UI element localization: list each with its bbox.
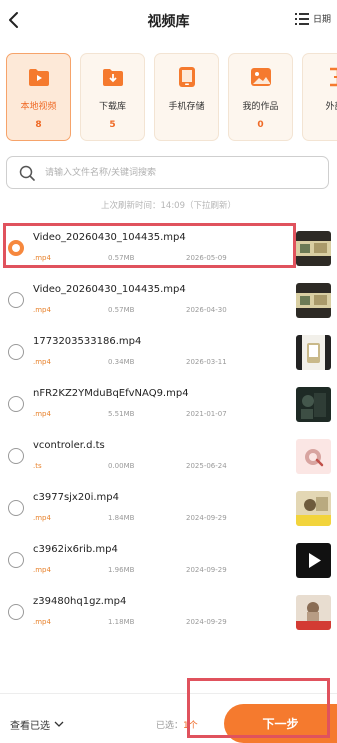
- image-gallery-icon: [250, 68, 271, 86]
- file-row[interactable]: Video_20260430_104435.mp4 .mp4 0.57MB 20…: [0, 274, 337, 326]
- next-step-button[interactable]: 下一步: [224, 704, 337, 743]
- category-count: 5: [109, 120, 116, 130]
- category-label: 本地视频: [20, 102, 57, 112]
- file-name: 1773203533186.mp4: [33, 336, 142, 347]
- page-title: 视频库: [147, 14, 190, 30]
- radio-checked[interactable]: [8, 240, 24, 256]
- video-thumbnail: [296, 283, 331, 318]
- file-size: 5.51MB: [108, 410, 135, 418]
- search-input[interactable]: [45, 163, 315, 183]
- file-type-icon: [296, 439, 331, 474]
- search-icon: [19, 165, 35, 181]
- radio-unchecked[interactable]: [8, 344, 24, 360]
- category-label: 我的作品: [242, 102, 279, 112]
- file-date: 2026-03-11: [186, 358, 227, 366]
- file-date: 2024-09-29: [186, 618, 227, 626]
- category-label: 手机存储: [168, 102, 205, 112]
- file-size: 1.18MB: [108, 618, 135, 626]
- radio-unchecked[interactable]: [8, 448, 24, 464]
- selected-count: 已选：1个: [156, 718, 198, 731]
- radio-unchecked[interactable]: [8, 500, 24, 516]
- file-extension: .mp4: [33, 566, 51, 574]
- file-row[interactable]: c3977sjx20i.mp4 .mp4 1.84MB 2024-09-29: [0, 482, 337, 534]
- refresh-hint: 上次刷新时间：14:09（下拉刷新）: [101, 201, 236, 211]
- category-local-videos[interactable]: 本地视频 8: [6, 53, 71, 141]
- file-date: 2024-09-29: [186, 566, 227, 574]
- file-size: 0.34MB: [108, 358, 135, 366]
- video-thumbnail: [296, 543, 331, 578]
- view-selected-label: 查看已选: [10, 721, 50, 732]
- header-bar: 视频库 日期: [0, 0, 337, 42]
- file-name: Video_20260430_104435.mp4: [33, 232, 186, 243]
- category-phone-storage[interactable]: 手机存储: [154, 53, 219, 141]
- view-selected-button[interactable]: 查看已选: [10, 717, 64, 732]
- file-extension: .mp4: [33, 358, 51, 366]
- file-date: 2026-04-30: [186, 306, 227, 314]
- file-extension: .mp4: [33, 254, 51, 262]
- video-thumbnail: [296, 387, 331, 422]
- file-date: 2026-05-09: [186, 254, 227, 262]
- file-row[interactable]: 1773203533186.mp4 .mp4 0.34MB 2026-03-11: [0, 326, 337, 378]
- file-name: c3977sjx20i.mp4: [33, 492, 119, 503]
- file-date: 2021-01-07: [186, 410, 227, 418]
- file-name: nFR2KZ2YMduBqEfvNAQ9.mp4: [33, 388, 189, 399]
- file-row[interactable]: Video_20260430_104435.mp4 .mp4 0.57MB 20…: [0, 222, 337, 274]
- video-thumbnail: [296, 595, 331, 630]
- file-name: vcontroler.d.ts: [33, 440, 105, 451]
- file-extension: .mp4: [33, 306, 51, 314]
- file-row[interactable]: z39480hq1gz.mp4 .mp4 1.18MB 2024-09-29: [0, 586, 337, 638]
- file-row[interactable]: vcontroler.d.ts .ts 0.00MB 2025-06-24: [0, 430, 337, 482]
- file-extension: .mp4: [33, 514, 51, 522]
- video-thumbnail: [296, 491, 331, 526]
- file-extension: .ts: [33, 462, 42, 470]
- category-external[interactable]: 外部: [302, 53, 337, 141]
- category-label: 下载库: [98, 102, 126, 112]
- file-extension: .mp4: [33, 410, 51, 418]
- folder-download-icon: [102, 69, 123, 86]
- sort-label: 日期: [312, 15, 331, 25]
- radio-unchecked[interactable]: [8, 396, 24, 412]
- folder-play-icon: [28, 69, 49, 86]
- file-name: Video_20260430_104435.mp4: [33, 284, 186, 295]
- category-count: 8: [35, 120, 42, 130]
- video-thumbnail: [296, 335, 331, 370]
- chevron-down-icon: [54, 721, 64, 727]
- play-icon: [296, 543, 331, 578]
- category-my-works[interactable]: 我的作品 0: [228, 53, 293, 141]
- file-date: 2025-06-24: [186, 462, 227, 470]
- category-tabs: 本地视频 8 下载库 5 手机存储 我的作品 0 外部: [6, 53, 337, 143]
- file-size: 0.57MB: [108, 254, 135, 262]
- radio-unchecked[interactable]: [8, 552, 24, 568]
- file-date: 2024-09-29: [186, 514, 227, 522]
- external-icon: [329, 67, 337, 87]
- sort-by-date-button[interactable]: 日期: [294, 12, 331, 25]
- category-count: 0: [257, 120, 264, 130]
- file-row[interactable]: nFR2KZ2YMduBqEfvNAQ9.mp4 .mp4 5.51MB 202…: [0, 378, 337, 430]
- video-thumbnail: [296, 231, 331, 266]
- selected-label: 已选：: [156, 721, 184, 731]
- selected-number: 1个: [183, 721, 198, 731]
- file-size: 0.57MB: [108, 306, 135, 314]
- radio-unchecked[interactable]: [8, 604, 24, 620]
- file-name: c3962ix6rib.mp4: [33, 544, 118, 555]
- file-size: 1.96MB: [108, 566, 135, 574]
- file-extension: .mp4: [33, 618, 51, 626]
- file-size: 1.84MB: [108, 514, 135, 522]
- list-sort-icon: [294, 12, 309, 25]
- category-downloads[interactable]: 下载库 5: [80, 53, 145, 141]
- category-label: 外部: [325, 102, 337, 112]
- phone-icon: [178, 67, 195, 87]
- file-name: z39480hq1gz.mp4: [33, 596, 127, 607]
- radio-unchecked[interactable]: [8, 292, 24, 308]
- search-box: [6, 156, 329, 189]
- file-row[interactable]: c3962ix6rib.mp4 .mp4 1.96MB 2024-09-29: [0, 534, 337, 586]
- file-size: 0.00MB: [108, 462, 135, 470]
